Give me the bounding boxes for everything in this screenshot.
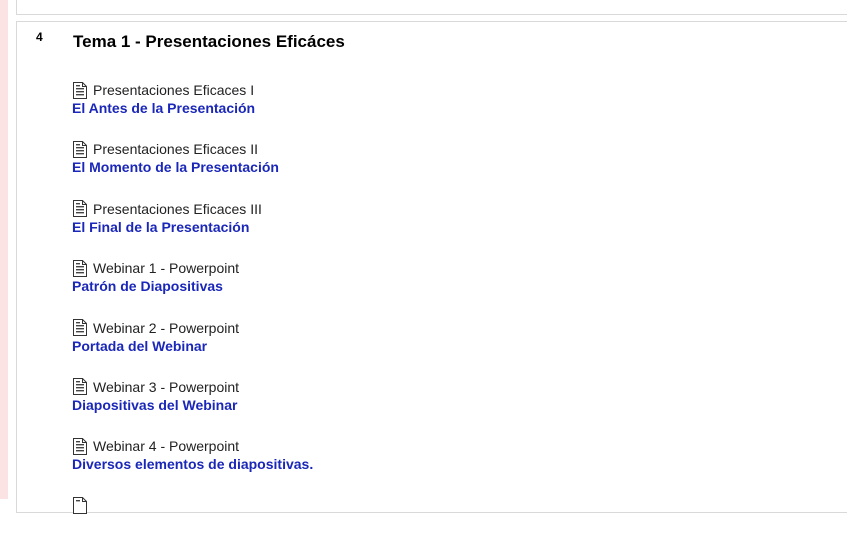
course-section: 4 Tema 1 - Presentaciones Eficáces Prese… [16, 21, 847, 515]
activity-header [72, 497, 313, 515]
section-title: Tema 1 - Presentaciones Eficáces [73, 32, 345, 51]
activity-link[interactable]: El Antes de la Presentación [72, 100, 313, 117]
list-item: Presentaciones Eficaces II El Momento de… [72, 140, 313, 199]
document-icon [73, 319, 87, 337]
activity-name: Presentaciones Eficaces III [93, 200, 262, 217]
list-item: Presentaciones Eficaces III El Final de … [72, 200, 313, 259]
list-item: Webinar 4 - Powerpoint Diversos elemento… [72, 437, 313, 496]
activity-header: Presentaciones Eficaces I [72, 81, 313, 99]
document-icon [73, 378, 87, 396]
section-number: 4 [36, 30, 43, 44]
document-icon [73, 437, 87, 455]
activity-link[interactable]: Diapositivas del Webinar [72, 397, 313, 414]
document-icon [73, 259, 87, 277]
activity-link[interactable]: El Momento de la Presentación [72, 159, 313, 176]
list-item: Webinar 1 - Powerpoint Patrón de Diaposi… [72, 259, 313, 318]
previous-section-panel [16, 0, 847, 15]
activity-link[interactable]: Diversos elementos de diapositivas. [72, 456, 313, 473]
activity-header: Presentaciones Eficaces III [72, 200, 313, 218]
activity-link[interactable]: El Final de la Presentación [72, 219, 313, 236]
document-icon [73, 200, 87, 218]
document-icon [73, 140, 87, 158]
activity-name: Presentaciones Eficaces II [93, 141, 258, 158]
activity-name: Webinar 3 - Powerpoint [93, 378, 240, 395]
activity-name: Webinar 4 - Powerpoint [93, 438, 240, 455]
activity-name: Presentaciones Eficaces I [93, 82, 255, 98]
activity-header: Presentaciones Eficaces II [72, 140, 313, 158]
left-margin-strip [0, 0, 8, 499]
activity-header: Webinar 3 - Powerpoint [72, 378, 313, 396]
activity-list: Presentaciones Eficaces I El Antes de la… [72, 81, 313, 556]
activity-header: Webinar 4 - Powerpoint [72, 437, 313, 455]
activity-name: Webinar 2 - Powerpoint [93, 319, 240, 336]
activity-header: Webinar 2 - Powerpoint [72, 319, 313, 337]
list-item: Webinar 3 - Powerpoint Diapositivas del … [72, 378, 313, 437]
activity-name: Webinar 1 - Powerpoint [93, 260, 240, 277]
list-item-partial [72, 497, 313, 556]
activity-header: Webinar 1 - Powerpoint [72, 259, 313, 277]
activity-link[interactable]: Portada del Webinar [72, 338, 313, 355]
list-item: Presentaciones Eficaces I El Antes de la… [72, 81, 313, 140]
document-icon [73, 497, 87, 515]
activity-link[interactable]: Patrón de Diapositivas [72, 278, 313, 295]
document-icon [73, 81, 87, 99]
list-item: Webinar 2 - Powerpoint Portada del Webin… [72, 319, 313, 378]
